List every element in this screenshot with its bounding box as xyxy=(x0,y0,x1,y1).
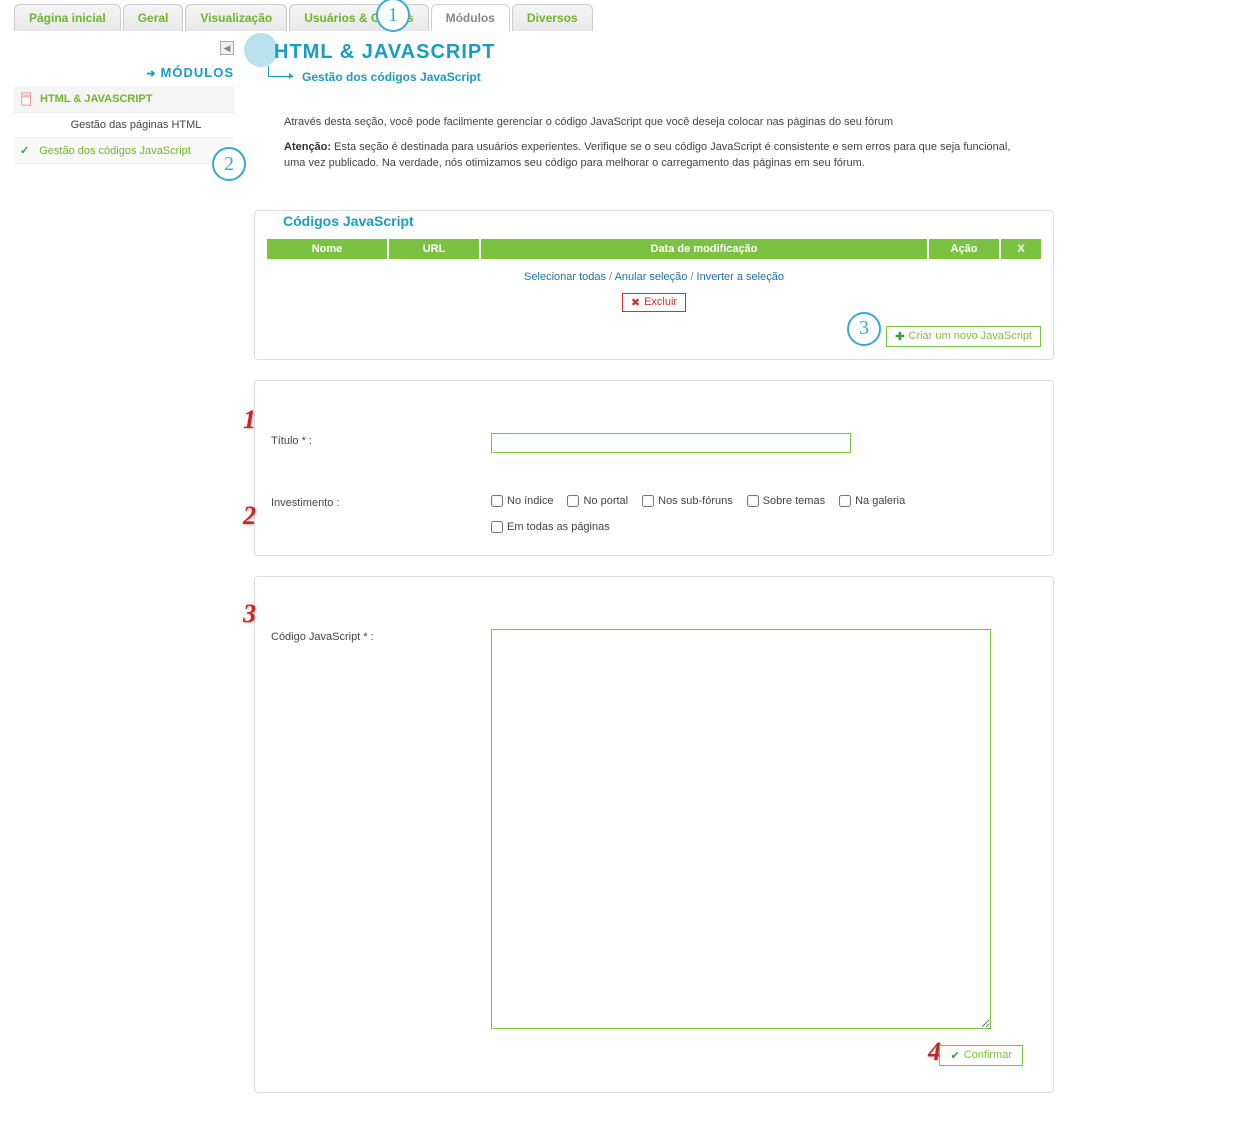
confirm-label: Confirmar xyxy=(964,1049,1012,1061)
tab-general[interactable]: Geral xyxy=(123,4,184,31)
form-fieldset-2: 3 Código JavaScript * : 4 ✔ Confirmar xyxy=(254,576,1054,1093)
tab-misc[interactable]: Diversos xyxy=(512,4,593,31)
th-date: Data de modificação xyxy=(481,239,927,259)
sidebar: ◀ MÓDULOS HTML & JAVASCRIPT Gestão das p… xyxy=(14,41,234,1113)
check-allpages[interactable]: Em todas as páginas xyxy=(491,521,1037,533)
investment-label: Investimento : xyxy=(271,495,491,509)
main-content: HTML & JAVASCRIPT Gestão dos códigos Jav… xyxy=(254,41,1054,1113)
code-textarea[interactable] xyxy=(491,629,991,1029)
page-subtitle: Gestão dos códigos JavaScript xyxy=(254,70,1054,84)
intro-p1: Através desta seção, você pode facilment… xyxy=(284,114,1034,131)
check-subforums[interactable]: Nos sub-fóruns xyxy=(642,495,733,507)
invert-selection-link[interactable]: Inverter a seleção xyxy=(697,271,784,283)
intro-text: Através desta seção, você pode facilment… xyxy=(254,104,1054,190)
select-all-link[interactable]: Selecionar todas xyxy=(524,271,606,283)
check-icon: ✔ xyxy=(950,1049,959,1062)
sidebar-heading[interactable]: MÓDULOS xyxy=(14,59,234,86)
tab-modules[interactable]: Módulos xyxy=(431,4,510,31)
fieldset-legend: Códigos JavaScript xyxy=(277,213,1051,229)
placement-checks: No índice No portal Nos sub-fóruns Sobre… xyxy=(491,495,1037,533)
th-x: X xyxy=(1001,239,1041,259)
check-portal[interactable]: No portal xyxy=(567,495,628,507)
sidebar-item-label: Gestão dos códigos JavaScript xyxy=(39,145,191,157)
table-header: Nome URL Data de modificação Ação X xyxy=(267,239,1041,259)
th-name: Nome xyxy=(267,239,387,259)
delete-button[interactable]: ✖ Excluir xyxy=(622,293,686,312)
deselect-link[interactable]: Anular seleção xyxy=(615,271,688,283)
title-label: Título * : xyxy=(271,433,491,447)
check-topics[interactable]: Sobre temas xyxy=(747,495,825,507)
th-action: Ação xyxy=(929,239,999,259)
th-url: URL xyxy=(389,239,479,259)
delete-icon: ✖ xyxy=(631,296,640,309)
create-js-button[interactable]: ✚ Criar um novo JavaScript xyxy=(886,326,1041,347)
sidebar-item-html-pages[interactable]: Gestão das páginas HTML xyxy=(14,113,234,138)
sidebar-section-html-js[interactable]: HTML & JAVASCRIPT xyxy=(14,86,234,113)
title-input[interactable] xyxy=(491,433,851,453)
top-tabs: Página inicial Geral Visualização Usuári… xyxy=(0,0,1245,31)
create-label: Criar um novo JavaScript xyxy=(909,330,1033,342)
selection-links: Selecionar todas / Anular seleção / Inve… xyxy=(267,267,1041,287)
tab-visualization[interactable]: Visualização xyxy=(185,4,287,31)
annotation-circle-2: 2 xyxy=(212,147,246,181)
sidebar-section-label: HTML & JAVASCRIPT xyxy=(40,93,152,105)
sidebar-item-js-codes[interactable]: Gestão dos códigos JavaScript xyxy=(14,138,234,164)
page-header: HTML & JAVASCRIPT Gestão dos códigos Jav… xyxy=(254,41,1054,84)
form-fieldset-1: 1 Título * : 2 Investimento : No índice … xyxy=(254,380,1054,556)
check-gallery[interactable]: Na galeria xyxy=(839,495,905,507)
tab-home[interactable]: Página inicial xyxy=(14,4,121,31)
collapse-icon[interactable]: ◀ xyxy=(220,41,234,55)
check-index[interactable]: No índice xyxy=(491,495,553,507)
delete-label: Excluir xyxy=(644,296,677,308)
page-title: HTML & JAVASCRIPT xyxy=(254,41,1054,64)
annotation-circle-3: 3 xyxy=(847,312,881,346)
intro-p2: Atenção: Esta seção é destinada para usu… xyxy=(284,139,1034,172)
plus-icon: ✚ xyxy=(895,330,904,343)
confirm-button[interactable]: ✔ Confirmar xyxy=(939,1045,1023,1066)
code-label: Código JavaScript * : xyxy=(271,629,491,643)
file-icon xyxy=(20,92,34,106)
js-codes-fieldset: Códigos JavaScript Nome URL Data de modi… xyxy=(254,210,1054,360)
